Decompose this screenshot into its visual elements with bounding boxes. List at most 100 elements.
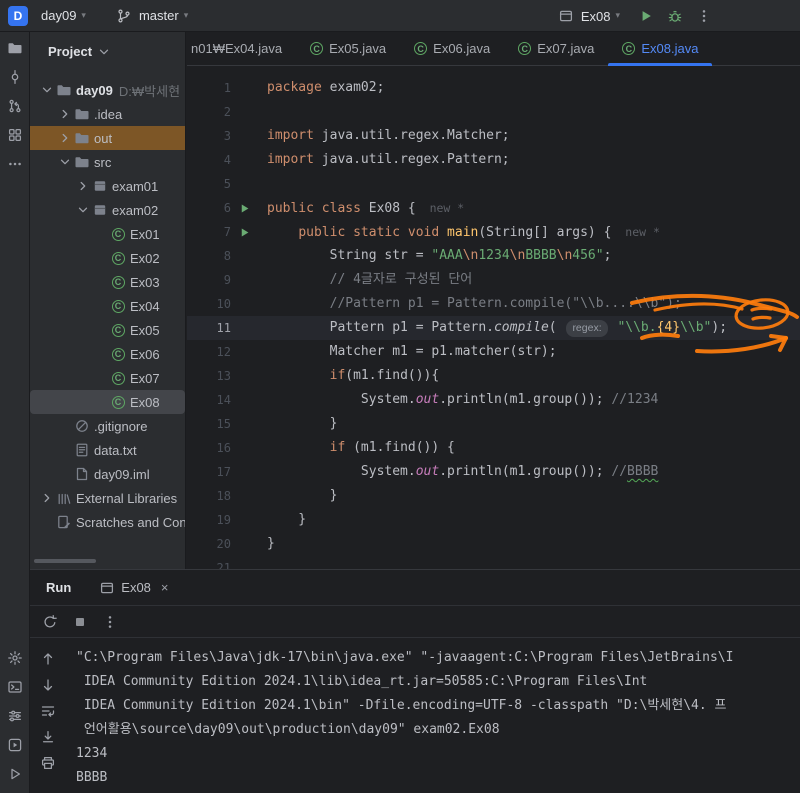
- code-text[interactable]: }: [267, 532, 275, 556]
- tree-item-ex01[interactable]: C Ex01: [30, 222, 185, 246]
- line-number[interactable]: 19: [187, 508, 231, 532]
- tree-item--gitignore[interactable]: .gitignore: [30, 414, 185, 438]
- arrow-up-icon[interactable]: [37, 648, 59, 670]
- line-number[interactable]: 11: [187, 316, 231, 340]
- run-button[interactable]: [636, 6, 656, 26]
- arrow-down-icon[interactable]: [37, 674, 59, 696]
- line-number[interactable]: 4: [187, 148, 231, 172]
- line-number[interactable]: 2: [187, 100, 231, 124]
- editor-tab-n01-ex04-java[interactable]: n01₩Ex04.java: [187, 32, 296, 65]
- services-icon[interactable]: [6, 736, 24, 754]
- tree-item-day09[interactable]: day09 D:₩박세현: [30, 78, 185, 102]
- run-line-icon[interactable]: [231, 196, 257, 220]
- code-text[interactable]: package exam02;: [267, 76, 384, 100]
- code-text[interactable]: String str = "AAA\n1234\nBBBB\n456";: [267, 244, 612, 268]
- tree-item-scratches-and-consoles[interactable]: Scratches and Consoles: [30, 510, 185, 534]
- tree-item-ex05[interactable]: C Ex05: [30, 318, 185, 342]
- code-text[interactable]: Pattern p1 = Pattern.compile( regex: "\\…: [267, 316, 727, 340]
- line-number[interactable]: 8: [187, 244, 231, 268]
- code-text[interactable]: //Pattern p1 = Pattern.compile("\\b....\…: [267, 292, 682, 316]
- close-icon[interactable]: ×: [161, 580, 169, 595]
- code-text[interactable]: }: [267, 508, 306, 532]
- tree-item--idea[interactable]: .idea: [30, 102, 185, 126]
- tree-item-ex08[interactable]: C Ex08: [30, 390, 185, 414]
- chevron-down-icon[interactable]: [58, 155, 72, 169]
- line-number[interactable]: 17: [187, 460, 231, 484]
- code-text[interactable]: System.out.println(m1.group()); //1234: [267, 388, 658, 412]
- tree-item-ex04[interactable]: C Ex04: [30, 294, 185, 318]
- debug-button[interactable]: [665, 6, 685, 26]
- tree-item-exam02[interactable]: exam02: [30, 198, 185, 222]
- chevron-right-icon[interactable]: [40, 491, 54, 505]
- code-text[interactable]: // 4글자로 구성된 단어: [267, 268, 473, 292]
- more-actions-button[interactable]: [694, 6, 714, 26]
- chevron-right-icon[interactable]: [58, 131, 72, 145]
- line-number[interactable]: 15: [187, 412, 231, 436]
- chevron-right-icon[interactable]: [58, 107, 72, 121]
- tree-item-out[interactable]: out: [30, 126, 185, 150]
- soft-wrap-icon[interactable]: [37, 700, 59, 722]
- scroll-end-icon[interactable]: [37, 726, 59, 748]
- tree-item-external-libraries[interactable]: External Libraries: [30, 486, 185, 510]
- code-text[interactable]: System.out.println(m1.group()); //BBBB: [267, 460, 658, 484]
- rerun-icon[interactable]: [40, 612, 60, 632]
- run-tab-ex08[interactable]: Ex08 ×: [99, 580, 169, 596]
- editor-tab-ex07-java[interactable]: C Ex07.java: [504, 32, 608, 65]
- line-number[interactable]: 10: [187, 292, 231, 316]
- terminal-icon[interactable]: [6, 678, 24, 696]
- chevron-right-icon[interactable]: [76, 179, 90, 193]
- pull-requests-icon[interactable]: [6, 97, 24, 115]
- line-number[interactable]: 6: [187, 196, 231, 220]
- run-configurations-icon[interactable]: [6, 707, 24, 725]
- console-output[interactable]: "C:\Program Files\Java\jdk-17\bin\java.e…: [66, 640, 800, 793]
- editor-tab-ex06-java[interactable]: C Ex06.java: [400, 32, 504, 65]
- code-text[interactable]: Matcher m1 = p1.matcher(str);: [267, 340, 557, 364]
- settings-icon[interactable]: [6, 649, 24, 667]
- code-editor[interactable]: 1 package exam02; 2 3 import java.util.regex…: [187, 66, 800, 569]
- code-text[interactable]: public static void main(String[] args) {…: [267, 220, 660, 244]
- code-text[interactable]: import java.util.regex.Matcher;: [267, 124, 510, 148]
- chevron-down-icon[interactable]: [76, 203, 90, 217]
- project-selector[interactable]: day09 ▾: [34, 5, 93, 26]
- tree-item-ex07[interactable]: C Ex07: [30, 366, 185, 390]
- code-text[interactable]: import java.util.regex.Pattern;: [267, 148, 510, 172]
- line-number[interactable]: 13: [187, 364, 231, 388]
- line-number[interactable]: 9: [187, 268, 231, 292]
- line-number[interactable]: 1: [187, 76, 231, 100]
- line-number[interactable]: 20: [187, 532, 231, 556]
- line-number[interactable]: 7: [187, 220, 231, 244]
- line-number[interactable]: 21: [187, 556, 231, 569]
- line-number[interactable]: 16: [187, 436, 231, 460]
- editor-tab-ex08-java[interactable]: C Ex08.java: [608, 32, 713, 66]
- line-number[interactable]: 14: [187, 388, 231, 412]
- commit-icon[interactable]: [6, 68, 24, 86]
- tree-item-day09-iml[interactable]: day09.iml: [30, 462, 185, 486]
- line-number[interactable]: 5: [187, 172, 231, 196]
- tree-item-ex06[interactable]: C Ex06: [30, 342, 185, 366]
- project-panel-header[interactable]: Project: [30, 32, 185, 70]
- chevron-down-icon[interactable]: [40, 83, 54, 97]
- tree-item-exam01[interactable]: exam01: [30, 174, 185, 198]
- code-text[interactable]: }: [267, 484, 338, 508]
- tree-item-ex03[interactable]: C Ex03: [30, 270, 185, 294]
- tree-item-src[interactable]: src: [30, 150, 185, 174]
- branch-selector[interactable]: master ▾: [107, 3, 195, 29]
- more-vertical-icon[interactable]: [100, 612, 120, 632]
- line-number[interactable]: 3: [187, 124, 231, 148]
- tree-item-ex02[interactable]: C Ex02: [30, 246, 185, 270]
- code-text[interactable]: if(m1.find()){: [267, 364, 440, 388]
- run-line-icon[interactable]: [231, 220, 257, 244]
- code-text[interactable]: }: [267, 412, 338, 436]
- structure-icon[interactable]: [6, 126, 24, 144]
- editor-tab-ex05-java[interactable]: C Ex05.java: [296, 32, 400, 65]
- stop-icon[interactable]: [70, 612, 90, 632]
- horizontal-scrollbar[interactable]: [34, 559, 96, 563]
- project-folder-icon[interactable]: [6, 39, 24, 57]
- line-number[interactable]: 12: [187, 340, 231, 364]
- run-config-selector[interactable]: Ex08 ▾: [549, 3, 627, 29]
- more-tools-icon[interactable]: [6, 155, 24, 173]
- print-icon[interactable]: [37, 752, 59, 774]
- code-text[interactable]: public class Ex08 { new *: [267, 196, 464, 220]
- app-logo[interactable]: D: [8, 5, 28, 26]
- line-number[interactable]: 18: [187, 484, 231, 508]
